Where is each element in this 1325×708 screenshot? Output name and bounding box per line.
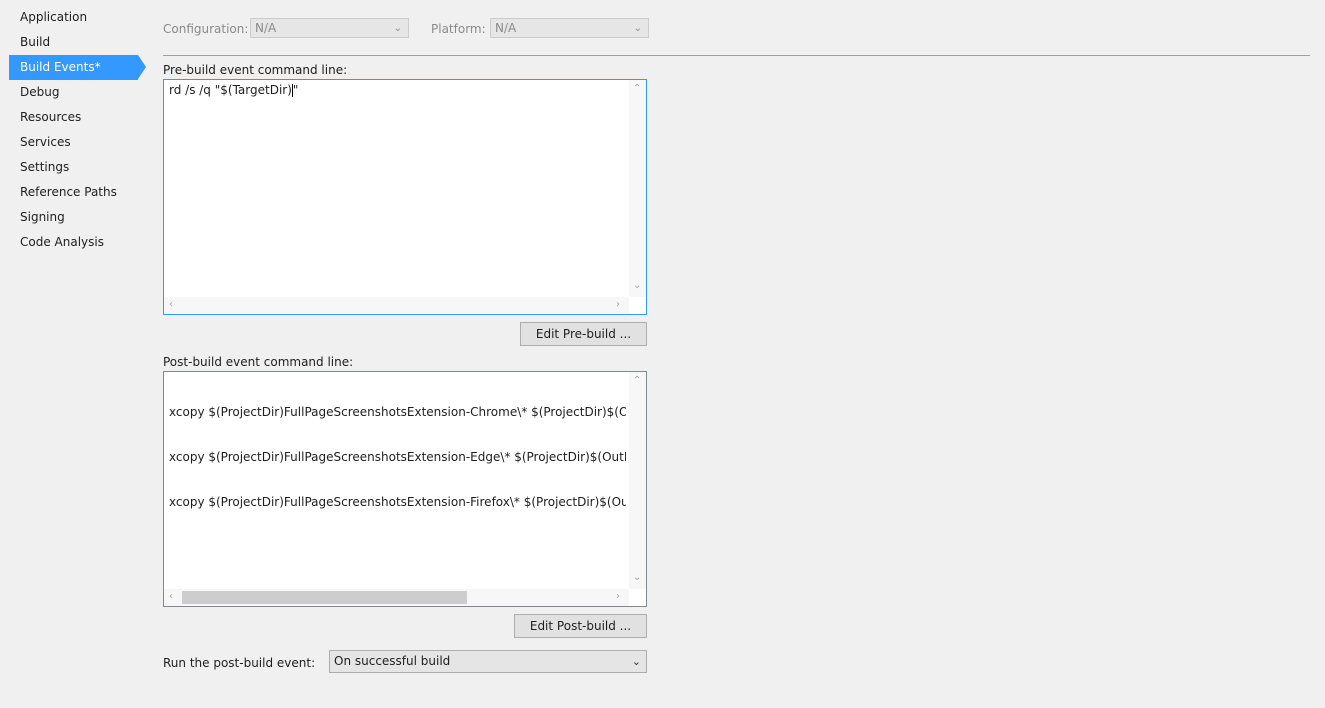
scroll-left-icon[interactable]: ‹ [169, 299, 173, 310]
scroll-up-icon[interactable]: ⌃ [633, 375, 641, 386]
scroll-down-icon[interactable]: ⌄ [633, 572, 641, 583]
scroll-right-icon[interactable]: › [616, 299, 620, 310]
scroll-up-icon[interactable]: ⌃ [633, 83, 641, 94]
pre-build-label: Pre-build event command line: [163, 63, 348, 77]
edit-pre-build-button[interactable]: Edit Pre-build ... [520, 322, 647, 346]
chevron-down-icon: ⌄ [631, 655, 641, 668]
scroll-left-icon[interactable]: ‹ [169, 591, 173, 602]
sidebar-item-build[interactable]: Build [0, 30, 148, 55]
configuration-dropdown[interactable]: N/A ⌄ [250, 18, 409, 38]
pre-build-horizontal-scrollbar[interactable]: ‹ › [164, 297, 629, 314]
sidebar-item-settings[interactable]: Settings [0, 155, 148, 180]
post-build-line: xcopy $(ProjectDir)FullPageScreenshotsEx… [169, 495, 626, 509]
run-post-build-label: Run the post-build event: [163, 656, 316, 670]
platform-value: N/A [495, 21, 517, 35]
post-build-horizontal-scrollbar[interactable]: ‹ › [164, 589, 629, 606]
sidebar-item-signing[interactable]: Signing [0, 205, 148, 230]
sidebar-item-services[interactable]: Services [0, 130, 148, 155]
pre-build-text: rd /s /q "$(TargetDir)" [169, 83, 299, 97]
configuration-value: N/A [255, 21, 277, 35]
edit-post-build-button[interactable]: Edit Post-build ... [514, 614, 647, 638]
pre-build-textbox[interactable]: rd /s /q "$(TargetDir)" ⌃ ⌄ ‹ › [163, 79, 647, 315]
run-post-build-value: On successful build [334, 654, 451, 668]
post-build-label: Post-build event command line: [163, 355, 354, 369]
platform-label: Platform: [431, 22, 486, 36]
run-post-build-dropdown[interactable]: On successful build ⌄ [329, 650, 647, 673]
horizontal-scroll-thumb[interactable] [182, 591, 467, 604]
sidebar-item-reference-paths[interactable]: Reference Paths [0, 180, 148, 205]
chevron-down-icon: ⌄ [393, 23, 402, 34]
post-build-textbox[interactable]: xcopy $(ProjectDir)FullPageScreenshotsEx… [163, 371, 647, 607]
post-build-line: xcopy $(ProjectDir)FullPageScreenshotsEx… [169, 450, 626, 464]
pre-build-vertical-scrollbar[interactable]: ⌃ ⌄ [629, 80, 646, 297]
post-build-line: xcopy $(ProjectDir)FullPageScreenshotsEx… [169, 405, 626, 419]
sidebar-item-build-events[interactable]: Build Events* [9, 55, 146, 80]
chevron-down-icon: ⌄ [633, 23, 642, 34]
divider [163, 55, 1310, 56]
sidebar-item-application[interactable]: Application [0, 5, 148, 30]
sidebar-item-debug[interactable]: Debug [0, 80, 148, 105]
sidebar-item-code-analysis[interactable]: Code Analysis [0, 230, 148, 255]
platform-dropdown[interactable]: N/A ⌄ [490, 18, 649, 38]
configuration-label: Configuration: [163, 22, 249, 36]
sidebar-item-resources[interactable]: Resources [0, 105, 148, 130]
post-build-vertical-scrollbar[interactable]: ⌃ ⌄ [629, 372, 646, 589]
post-build-text: xcopy $(ProjectDir)FullPageScreenshotsEx… [169, 375, 626, 540]
sidebar-nav: Application Build Build Events* Debug Re… [0, 5, 148, 255]
scroll-down-icon[interactable]: ⌄ [633, 280, 641, 291]
scroll-right-icon[interactable]: › [616, 591, 620, 602]
